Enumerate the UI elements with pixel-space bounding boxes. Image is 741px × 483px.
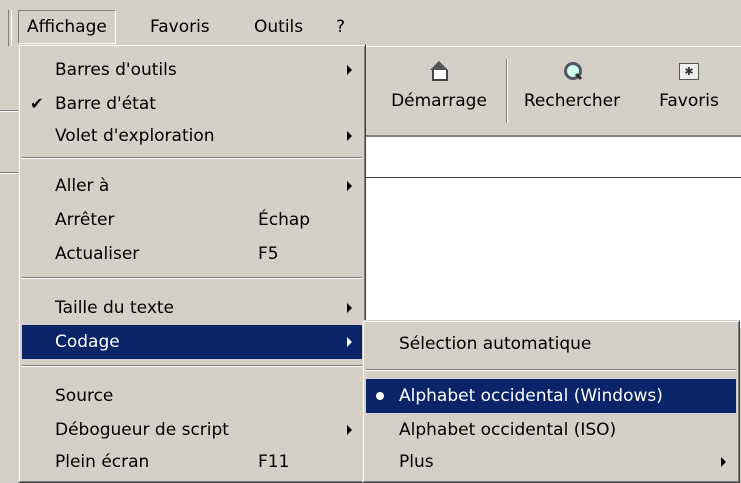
menu-item-refresh[interactable]: Actualiser F5: [22, 237, 362, 271]
favorites-button[interactable]: ✱ Favoris: [644, 55, 734, 131]
divider: [0, 172, 20, 174]
menu-item-western-windows[interactable]: Alphabet occidental (Windows): [366, 379, 736, 413]
menu-item-label: Barre d'état: [55, 94, 156, 114]
menu-item-label: Taille du texte: [55, 298, 174, 318]
menu-favoris[interactable]: Favoris: [142, 10, 218, 44]
search-button-label: Rechercher: [523, 91, 621, 111]
menu-separator: [366, 369, 736, 371]
view-menu: Barres d'outils ✔ Barre d'état Volet d'e…: [18, 44, 366, 483]
menu-item-label: Arrêter: [55, 210, 115, 230]
menu-item-label: Source: [55, 386, 114, 406]
menu-item-label: Alphabet occidental (ISO): [399, 420, 617, 440]
shortcut-label: F5: [258, 244, 279, 264]
favorites-icon: ✱: [679, 61, 699, 81]
menu-item-full-screen[interactable]: Plein écran F11: [22, 445, 362, 479]
menu-item-stop[interactable]: Arrêter Échap: [22, 203, 362, 237]
menu-item-label: Alphabet occidental (Windows): [399, 386, 663, 406]
search-icon: [562, 61, 583, 81]
encoding-submenu: Sélection automatique Alphabet occidenta…: [362, 320, 740, 483]
menu-item-explorer-bar[interactable]: Volet d'exploration: [22, 119, 362, 153]
window-background: [0, 46, 20, 481]
menu-item-label: Aller à: [55, 176, 110, 196]
submenu-arrow-icon: [347, 131, 352, 141]
menu-item-western-iso[interactable]: Alphabet occidental (ISO): [366, 413, 736, 447]
search-button[interactable]: Rechercher: [512, 55, 632, 131]
menu-item-go-to[interactable]: Aller à: [22, 169, 362, 203]
home-button-label: Démarrage: [391, 91, 487, 111]
submenu-arrow-icon: [347, 303, 352, 313]
submenu-arrow-icon: [721, 457, 726, 467]
home-button[interactable]: Démarrage: [378, 55, 500, 131]
menu-item-label: Plein écran: [55, 452, 150, 472]
menu-item-label: Actualiser: [55, 244, 140, 264]
menu-item-label: Plus: [399, 452, 434, 472]
shortcut-label: Échap: [258, 210, 311, 230]
menu-item-label: Débogueur de script: [55, 420, 229, 440]
submenu-arrow-icon: [347, 425, 352, 435]
menu-item-label: Codage: [55, 332, 120, 352]
home-icon: [429, 61, 449, 81]
menubar-grip: [8, 10, 12, 46]
menu-affichage[interactable]: Affichage: [18, 10, 116, 44]
favorites-button-label: Favoris: [659, 91, 719, 111]
standard-toolbar: Démarrage Rechercher ✱ Favoris: [366, 46, 741, 136]
menu-item-encoding[interactable]: Codage: [22, 325, 362, 359]
shortcut-label: F11: [258, 452, 290, 472]
checkmark-icon: ✔: [30, 94, 44, 113]
menu-separator: [22, 365, 362, 367]
menu-bar: Affichage Favoris Outils ?: [0, 0, 741, 46]
menu-item-script-debugger[interactable]: Débogueur de script: [22, 413, 362, 447]
menu-separator: [22, 157, 362, 159]
menu-item-more[interactable]: Plus: [366, 445, 736, 479]
menu-item-toolbars[interactable]: Barres d'outils: [22, 53, 362, 87]
menu-item-auto-select[interactable]: Sélection automatique: [366, 327, 736, 361]
menu-item-source[interactable]: Source: [22, 379, 362, 413]
menu-item-text-size[interactable]: Taille du texte: [22, 291, 362, 325]
address-bar[interactable]: [366, 136, 741, 179]
menu-item-label: Volet d'exploration: [55, 126, 215, 146]
menu-outils[interactable]: Outils: [246, 10, 311, 44]
submenu-arrow-icon: [347, 337, 352, 347]
menu-item-status-bar[interactable]: ✔ Barre d'état: [22, 87, 362, 121]
toolbar-separator: [506, 59, 508, 123]
page-content: [366, 178, 741, 328]
menu-help[interactable]: ?: [328, 10, 353, 44]
submenu-arrow-icon: [347, 181, 352, 191]
radio-bullet-icon: [376, 392, 384, 400]
submenu-arrow-icon: [347, 65, 352, 75]
menu-item-label: Barres d'outils: [55, 60, 177, 80]
divider: [0, 110, 20, 112]
menu-item-label: Sélection automatique: [399, 334, 592, 354]
menu-separator: [22, 277, 362, 279]
